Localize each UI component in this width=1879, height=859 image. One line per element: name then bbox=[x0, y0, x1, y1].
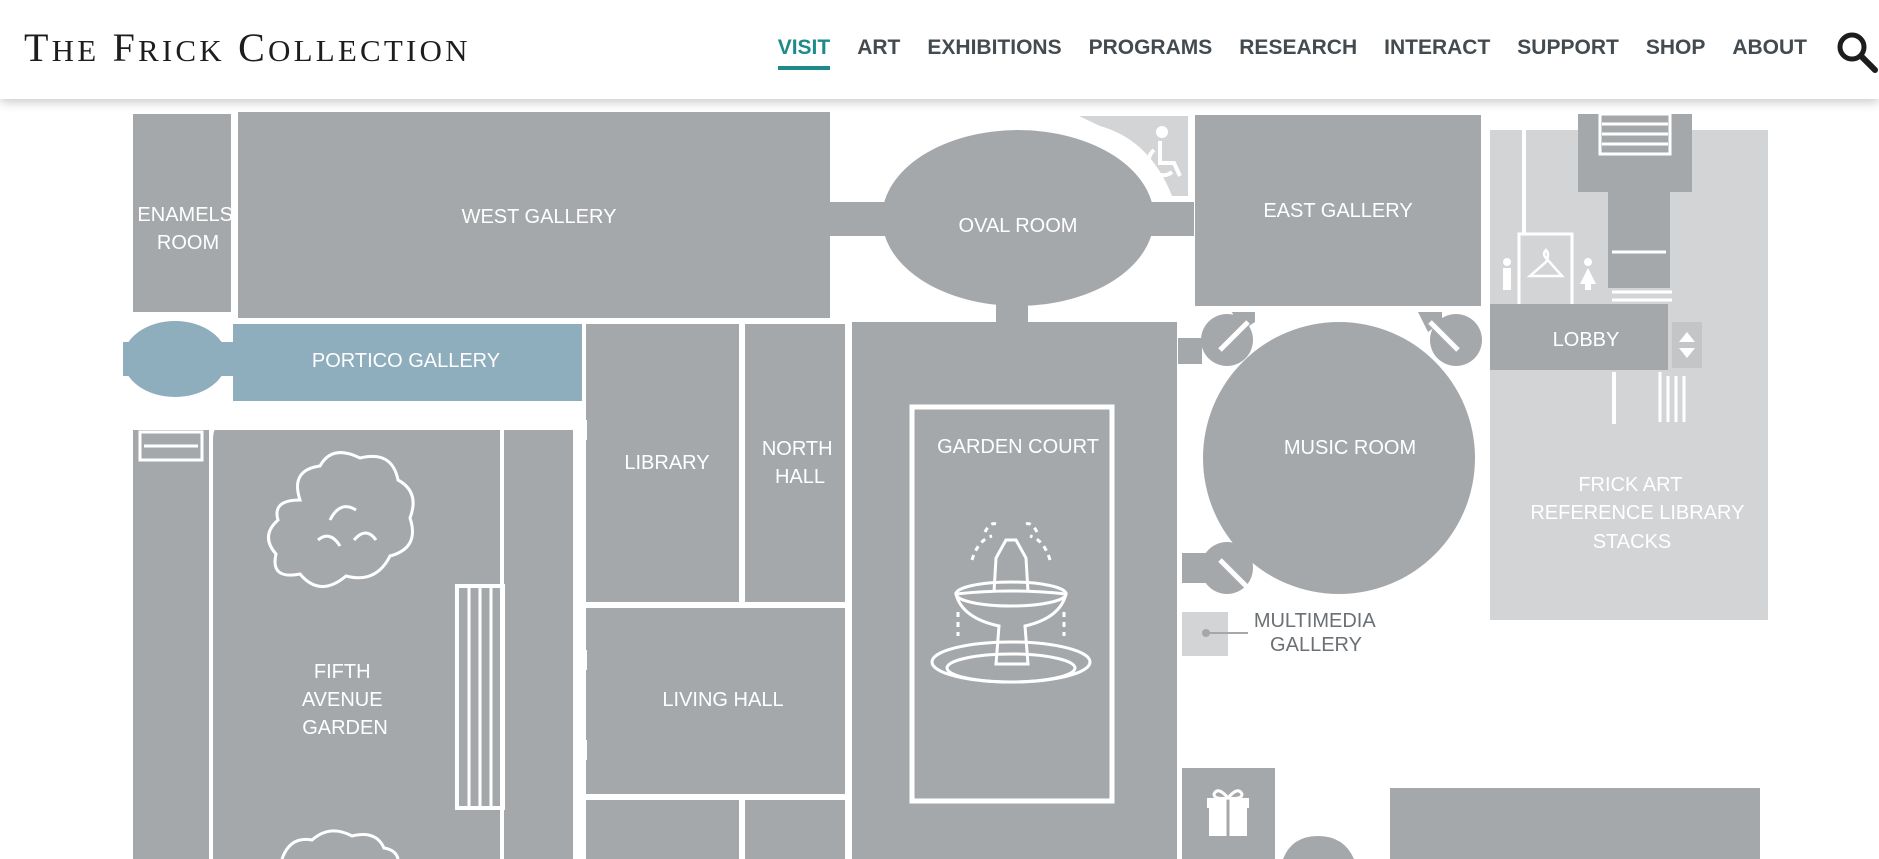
main-nav: VISIT ART EXHIBITIONS PROGRAMS RESEARCH … bbox=[751, 36, 1807, 70]
nav-item-art[interactable]: ART bbox=[857, 36, 900, 66]
nav-item-visit[interactable]: VISIT bbox=[777, 36, 830, 70]
room-label-portico-gallery: PORTICO GALLERY bbox=[312, 350, 500, 372]
room-label-music-room: MUSIC ROOM bbox=[1284, 437, 1416, 459]
room-lower-middle bbox=[745, 800, 845, 859]
room-fifth-avenue-garden[interactable]: FIFTH AVENUE GARDEN bbox=[133, 414, 573, 859]
room-label-multimedia-gallery: MULTIMEDIA GALLERY bbox=[1254, 610, 1380, 656]
coat-check-icon bbox=[1517, 232, 1574, 314]
logo[interactable]: THE FRICK COLLECTION bbox=[24, 24, 471, 71]
room-music-room[interactable]: MUSIC ROOM bbox=[1178, 312, 1482, 594]
search-icon[interactable] bbox=[1835, 30, 1879, 74]
room-lower-right bbox=[1390, 788, 1760, 859]
museum-floor-map: ENAMELS ROOM WEST GALLERY OVAL ROOM EAST… bbox=[123, 112, 1768, 859]
room-living-hall[interactable]: LIVING HALL bbox=[586, 608, 845, 794]
room-label-fifth-avenue-garden: FIFTH AVENUE GARDEN bbox=[302, 661, 388, 739]
gift-shop-icon[interactable] bbox=[1182, 768, 1275, 859]
room-portico-gallery[interactable]: PORTICO GALLERY bbox=[123, 321, 582, 401]
room-lobby[interactable]: LOBBY bbox=[1490, 304, 1668, 370]
site-header: THE FRICK COLLECTION VISIT ART EXHIBITIO… bbox=[0, 0, 1879, 99]
room-lower-left bbox=[586, 800, 739, 859]
room-label-living-hall: LIVING HALL bbox=[662, 689, 783, 711]
nav-item-research[interactable]: RESEARCH bbox=[1239, 36, 1357, 66]
room-label-library: LIBRARY bbox=[624, 452, 709, 474]
room-library[interactable]: LIBRARY bbox=[586, 324, 739, 602]
nav-item-programs[interactable]: PROGRAMS bbox=[1089, 36, 1213, 66]
passage-west-oval bbox=[830, 202, 890, 236]
room-label-east-gallery: EAST GALLERY bbox=[1263, 200, 1412, 222]
nav-item-about[interactable]: ABOUT bbox=[1732, 36, 1807, 66]
restroom-men-icon bbox=[1503, 258, 1511, 290]
room-oval-room[interactable]: OVAL ROOM bbox=[882, 130, 1154, 306]
room-east-gallery[interactable]: EAST GALLERY bbox=[1195, 115, 1481, 306]
nav-item-interact[interactable]: INTERACT bbox=[1384, 36, 1490, 66]
multimedia-gallery-marker[interactable]: MULTIMEDIA GALLERY bbox=[1182, 610, 1380, 656]
room-enamels-room[interactable]: ENAMELS ROOM bbox=[133, 114, 239, 312]
nav-item-support[interactable]: SUPPORT bbox=[1517, 36, 1619, 66]
elevator-icon bbox=[1672, 322, 1702, 368]
room-north-hall[interactable]: NORTH HALL bbox=[745, 324, 845, 602]
room-label-west-gallery: WEST GALLERY bbox=[462, 206, 617, 228]
room-lower-round bbox=[1283, 836, 1354, 859]
passage-oval-east bbox=[1140, 202, 1194, 236]
nav-item-shop[interactable]: SHOP bbox=[1646, 36, 1706, 66]
room-label-lobby: LOBBY bbox=[1553, 329, 1620, 351]
nav-item-exhibitions[interactable]: EXHIBITIONS bbox=[927, 36, 1061, 66]
room-label-garden-court: GARDEN COURT bbox=[937, 436, 1099, 458]
room-west-gallery[interactable]: WEST GALLERY bbox=[238, 112, 830, 318]
room-label-oval-room: OVAL ROOM bbox=[959, 215, 1078, 237]
passage-oval-garden bbox=[996, 300, 1028, 324]
